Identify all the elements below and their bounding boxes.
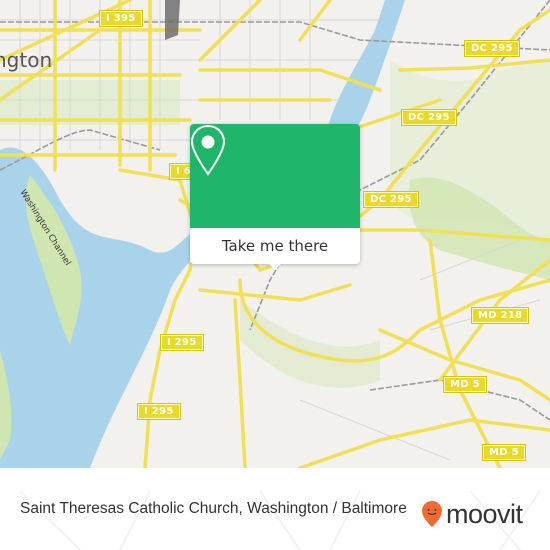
road-shield-i295: I 295 [137, 403, 181, 420]
moovit-pin-icon [422, 501, 442, 527]
destination-popup: Take me there [190, 124, 360, 270]
location-pin-icon [190, 124, 226, 176]
road-shield-md5: MD 5 [482, 444, 526, 461]
popup-pointer [267, 262, 283, 270]
road-shield-dc295: DC 295 [363, 191, 419, 208]
oxon-run-park [240, 300, 380, 388]
logo-text: moovit [446, 499, 523, 529]
place-title: Saint Theresas Catholic Church, Washingt… [20, 500, 407, 517]
road-shield-dc295: DC 295 [401, 109, 457, 126]
road-shield-i295: I 295 [160, 334, 204, 351]
moovit-logo[interactable]: moovit [421, 498, 523, 530]
popup-header [190, 124, 360, 228]
map-view[interactable]: ngton Washington Channel I 395 I 6 DC 29… [0, 0, 550, 468]
city-label: ngton [0, 48, 53, 72]
road-shield-i395: I 395 [99, 10, 143, 27]
railyard [165, 0, 180, 40]
take-me-there-button[interactable]: Take me there [190, 228, 360, 264]
road-shield-md218: MD 218 [470, 307, 530, 324]
road-shield-dc295: DC 295 [464, 40, 520, 57]
road-shield-md5: MD 5 [443, 376, 487, 393]
